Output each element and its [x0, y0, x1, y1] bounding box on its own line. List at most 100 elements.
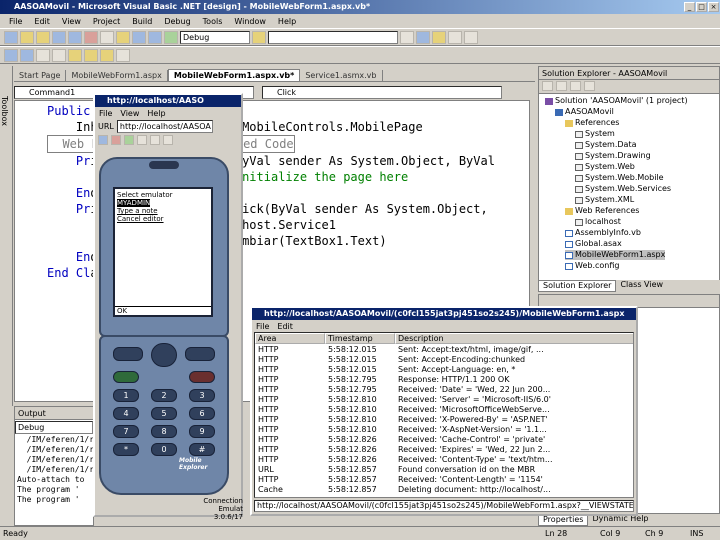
doc-tab[interactable]: Start Page	[14, 70, 67, 81]
menu-build[interactable]: Build	[127, 17, 157, 26]
class-view-icon[interactable]	[448, 30, 462, 44]
open-icon[interactable]	[36, 30, 50, 44]
close-button[interactable]: ×	[708, 2, 719, 12]
trace-menu-edit[interactable]: Edit	[277, 322, 293, 331]
copy-icon[interactable]	[100, 30, 114, 44]
keypad-key[interactable]: 6	[189, 407, 215, 420]
redo-icon[interactable]	[148, 30, 162, 44]
toolbox-icon[interactable]	[432, 30, 446, 44]
solution-item[interactable]: System.Data	[575, 140, 636, 150]
doc-tab[interactable]: Service1.asmx.vb	[300, 70, 383, 81]
keypad-key[interactable]: 7	[113, 425, 139, 438]
solution-item[interactable]: AASOAMovil	[555, 107, 614, 117]
bookmark-icon[interactable]	[68, 48, 82, 62]
call-button[interactable]	[113, 371, 139, 383]
doc-tab[interactable]: MobileWebForm1.aspx.vb*	[167, 69, 301, 81]
screen-line[interactable]: Cancel editor	[117, 215, 209, 223]
menu-view[interactable]: View	[57, 17, 86, 26]
doc-tab[interactable]: MobileWebForm1.aspx	[66, 70, 168, 81]
start-icon[interactable]	[164, 30, 178, 44]
solution-item[interactable]: System.XML	[575, 195, 634, 205]
menu-edit[interactable]: Edit	[29, 17, 55, 26]
solution-item[interactable]: Solution 'AASOAMovil' (1 project)	[545, 96, 688, 106]
screen-line[interactable]: Select emulator	[117, 191, 209, 199]
next-bookmark-icon[interactable]	[84, 48, 98, 62]
url-input[interactable]: http://localhost/AASOA	[116, 119, 213, 133]
solution-item[interactable]: System.Web.Services	[575, 184, 671, 194]
solution-item[interactable]: System.Web.Mobile	[575, 173, 664, 183]
keypad-key[interactable]: 5	[151, 407, 177, 420]
menu-window[interactable]: Window	[229, 17, 271, 26]
refresh-icon[interactable]	[124, 135, 134, 145]
trace-column-header[interactable]: Timestamp	[325, 333, 395, 344]
keypad-key[interactable]: 2	[151, 389, 177, 402]
save-all-icon[interactable]	[68, 30, 82, 44]
show-all-files-icon[interactable]	[584, 81, 595, 91]
method-name-combo[interactable]: Click	[262, 85, 502, 99]
nav-pad-button[interactable]	[151, 343, 177, 367]
prev-bookmark-icon[interactable]	[100, 48, 114, 62]
view-code-icon[interactable]	[542, 81, 553, 91]
add-item-icon[interactable]	[20, 30, 34, 44]
screen-line[interactable]: MYADMIN	[117, 199, 151, 207]
menu-project[interactable]: Project	[88, 17, 125, 26]
solution-item[interactable]: References	[565, 118, 619, 128]
keypad-key[interactable]: 9	[189, 425, 215, 438]
menu-tools[interactable]: Tools	[198, 17, 228, 26]
options-icon[interactable]	[464, 30, 478, 44]
phone-icon[interactable]	[150, 135, 160, 145]
keypad-key[interactable]: *	[113, 443, 139, 456]
menu-file[interactable]: File	[4, 17, 27, 26]
solution-config-combo[interactable]: Debug	[180, 30, 250, 44]
comment-icon[interactable]	[36, 48, 50, 62]
view-designer-icon[interactable]	[556, 81, 567, 91]
keypad-key[interactable]: 0	[151, 443, 177, 456]
keypad-key[interactable]: #	[189, 443, 215, 456]
undo-icon[interactable]	[132, 30, 146, 44]
skin-icon[interactable]	[163, 135, 173, 145]
properties-icon[interactable]	[416, 30, 430, 44]
solution-item[interactable]: localhost	[575, 217, 621, 227]
phone-screen[interactable]: Select emulator MYADMIN Type a note Cancel …	[113, 187, 213, 317]
keypad-key[interactable]: 3	[189, 389, 215, 402]
outdent-icon[interactable]	[20, 48, 34, 62]
new-project-icon[interactable]	[4, 30, 18, 44]
minimize-button[interactable]: _	[684, 2, 695, 12]
back-icon[interactable]	[98, 135, 108, 145]
uncomment-icon[interactable]	[52, 48, 66, 62]
solution-item[interactable]: System.Drawing	[575, 151, 651, 161]
solution-item[interactable]: AssemblyInfo.vb	[565, 228, 641, 238]
indent-icon[interactable]	[4, 48, 18, 62]
output-source-combo[interactable]: Debug	[15, 421, 93, 434]
emulator-menu-file[interactable]: File	[99, 109, 112, 118]
solution-item[interactable]: Global.asax	[565, 239, 622, 249]
tab-solution-explorer[interactable]: Solution Explorer	[538, 280, 617, 292]
find-icon[interactable]	[252, 30, 266, 44]
refresh-icon[interactable]	[570, 81, 581, 91]
solution-item[interactable]: Web.config	[565, 261, 619, 271]
trace-menu-file[interactable]: File	[256, 322, 269, 331]
menu-help[interactable]: Help	[273, 17, 301, 26]
right-softkey-button[interactable]	[185, 347, 215, 361]
menu-debug[interactable]: Debug	[159, 17, 195, 26]
solution-item[interactable]: System.Web	[575, 162, 635, 172]
maximize-button[interactable]: □	[696, 2, 707, 12]
trace-column-header[interactable]: Description	[395, 333, 633, 344]
home-icon[interactable]	[137, 135, 147, 145]
trace-column-header[interactable]: Area	[255, 333, 325, 344]
keypad-key[interactable]: 1	[113, 389, 139, 402]
keypad-key[interactable]: 4	[113, 407, 139, 420]
clear-bookmarks-icon[interactable]	[116, 48, 130, 62]
emulator-menu-help[interactable]: Help	[147, 109, 165, 118]
end-call-button[interactable]	[189, 371, 215, 383]
solution-explorer-icon[interactable]	[400, 30, 414, 44]
tab-class-view[interactable]: Class View	[616, 280, 667, 292]
left-softkey-button[interactable]	[113, 347, 143, 361]
trace-list[interactable]: Area Timestamp Description HTTP 5:58:12.015…	[254, 332, 634, 498]
stop-icon[interactable]	[111, 135, 121, 145]
solution-item[interactable]: System	[575, 129, 615, 139]
paste-icon[interactable]	[116, 30, 130, 44]
find-combo[interactable]	[268, 30, 398, 44]
screen-line[interactable]: Type a note	[117, 207, 209, 215]
solution-item[interactable]: MobileWebForm1.aspx	[565, 250, 666, 260]
